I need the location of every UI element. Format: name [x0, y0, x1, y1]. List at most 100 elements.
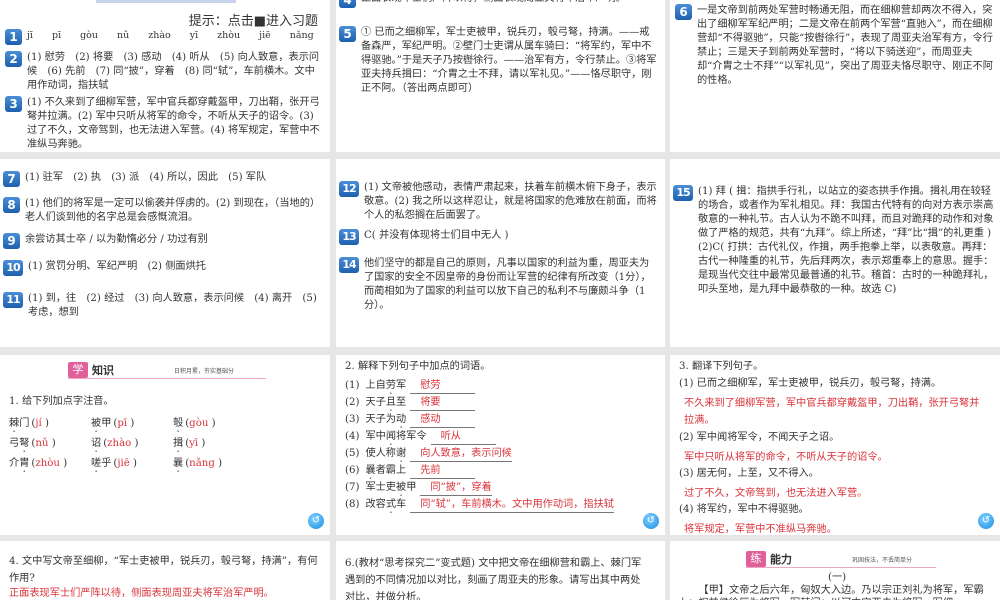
- translation-question: (2) 军中闻将军令，不闻天子之诏。: [679, 432, 840, 443]
- answer-blank[interactable]: 先前: [410, 464, 476, 479]
- pinyin-item: 揖 (yī ): [173, 437, 205, 455]
- number-badge[interactable]: 6: [675, 4, 692, 20]
- dotted-char: 式: [385, 499, 396, 510]
- pinyin-item: 曩 (nǎng ): [173, 457, 222, 475]
- dotted-char: 闻: [385, 431, 396, 442]
- explain-item: (7) 军士吏被甲 同“披”，穿着: [345, 481, 492, 499]
- slide-question-6: 6.(教材“思考探究二”变式题) 文中把文帝在细柳营和霸上、棘门军遇到的不同情况…: [336, 541, 665, 600]
- answer-bracket: (zhào ): [103, 438, 139, 449]
- translation-answer[interactable]: 不久来到了细柳军营，军中官兵都穿戴盔甲，刀出鞘，张开弓弩并拉满。: [684, 395, 984, 429]
- dotted-char: 被: [396, 482, 407, 493]
- translation-question: (3) 居无何，上至，又不得入。: [679, 468, 819, 479]
- answer-blank[interactable]: 听从: [430, 430, 496, 445]
- item-number: (4): [345, 431, 360, 442]
- dotted-char: 曩: [365, 465, 376, 476]
- translation-answer[interactable]: 将军规定，军营中不准纵马奔驰。: [684, 521, 984, 535]
- item-number: (2): [345, 397, 360, 408]
- word-prefix: 弓: [9, 438, 20, 449]
- return-icon[interactable]: ↺: [643, 513, 659, 529]
- number-badge[interactable]: 5: [339, 26, 356, 42]
- dotted-char: 动: [396, 414, 407, 425]
- return-icon[interactable]: ↺: [308, 513, 324, 529]
- slide-answers-1-3: 提示：点击■进入习题 1 jī pī gòu nǔ zhào yī zhòu ji…: [0, 0, 330, 152]
- passage-text: 【甲】文帝之后六年，匈奴大入边。乃以宗正刘礼为将军，军霸上；祝兹侯徐厉为将军，军…: [678, 585, 984, 600]
- section-header: 学 知识 日积月累，夯实基础分: [68, 362, 266, 379]
- slide-translation: 3. 翻译下列句子。 (1) 已而之细柳军，军士吏被甲，锐兵刃，彀弓弩，持满。不…: [670, 355, 1000, 535]
- dotted-char: 嗟: [91, 458, 102, 469]
- pinyin-answer: gòu: [189, 418, 209, 429]
- dotted-char: 诏: [91, 438, 102, 449]
- question-title: 3. 翻译下列句子。: [679, 361, 764, 372]
- answer-1: 1 jī pī gòu nǔ zhào yī zhòu jiē nǎng: [5, 29, 323, 45]
- answer-bracket: (nǔ ): [31, 438, 56, 449]
- answer-blank[interactable]: 将要: [410, 396, 476, 411]
- question-title: 2. 解释下列句子中加点的词语。: [345, 361, 491, 372]
- pinyin-answer: pī: [117, 418, 128, 429]
- exercise-entry-bar[interactable]: [96, 0, 236, 3]
- question-text: 4. 文中写文帝至细柳，“军士吏被甲，锐兵刃，彀弓弩，持满”，有何作用?: [9, 556, 318, 584]
- answer-bracket: (pī ): [113, 418, 135, 429]
- dotted-char: 彀: [173, 418, 184, 429]
- number-badge[interactable]: 15: [673, 185, 693, 201]
- word-suffix: 车: [396, 499, 407, 510]
- answer-blank[interactable]: 同“轼”，车前横木。文中用作动词，指扶轼: [410, 498, 614, 513]
- answer-bracket: (jí ): [31, 418, 49, 429]
- dotted-char: 被: [91, 418, 102, 429]
- answer-blank[interactable]: 慰劳: [410, 379, 476, 394]
- question-text: 6.(教材“思考探究二”变式题) 文中把文帝在细柳营和霸上、棘门军遇到的不同情况…: [345, 558, 642, 600]
- question-title: 1. 给下列加点字注音。: [9, 396, 114, 407]
- word-suffix: 乎: [101, 458, 112, 469]
- word-prefix: 天子: [365, 397, 386, 408]
- item-number: (8): [345, 499, 360, 510]
- dotted-char: 劳: [385, 380, 396, 391]
- return-icon[interactable]: ↺: [978, 513, 994, 529]
- study-icon: 学: [68, 362, 88, 378]
- pinyin-answer: zhòu: [35, 458, 60, 469]
- explain-item: (6) 曩者霸上 先前: [345, 464, 476, 482]
- translation-question: (4) 将军约，军中不得驱驰。: [679, 504, 809, 515]
- word-prefix: 改容: [365, 499, 386, 510]
- answer-2: 2 (1) 慰劳 (2) 将要 (3) 感动 (4) 听从 (5) 向人致意，表示…: [5, 51, 323, 93]
- dotted-char: 曩: [173, 458, 184, 469]
- pinyin-item: 弓弩 (nǔ ): [9, 437, 56, 455]
- number-badge[interactable]: 2: [5, 51, 22, 67]
- number-badge[interactable]: 11: [3, 292, 23, 308]
- word-prefix: 军士吏: [365, 482, 396, 493]
- translation-answer[interactable]: 军中只听从将军的命令，不听从天子的诏令。: [684, 449, 984, 466]
- explain-item: (3) 天子为动 感动: [345, 413, 476, 431]
- number-badge[interactable]: 1: [5, 29, 22, 45]
- number-badge[interactable]: 9: [3, 233, 20, 249]
- dotted-char: 揖: [173, 438, 184, 449]
- number-badge[interactable]: 7: [3, 171, 20, 187]
- number-badge[interactable]: 4: [339, 0, 356, 8]
- answer-bracket: (zhòu ): [31, 458, 68, 469]
- pinyin-item: 诏 (zhào ): [91, 437, 139, 455]
- number-badge[interactable]: 3: [5, 96, 22, 112]
- word-prefix: 使人称: [365, 448, 396, 459]
- number-badge[interactable]: 14: [339, 257, 359, 273]
- pinyin-item: 棘门 (jí ): [9, 417, 49, 435]
- dotted-char: 谢: [396, 448, 407, 459]
- answer-12: 12 (1) 文帝被他感动，表情严肃起来，扶着车前横木俯下身子，表示敬意。(2) …: [339, 181, 659, 223]
- word-prefix: 军中: [365, 431, 386, 442]
- number-badge[interactable]: 12: [339, 181, 359, 197]
- answer-blank[interactable]: 感动: [410, 413, 476, 428]
- answer-bracket: (gòu ): [185, 418, 216, 429]
- slide-answers-7-11: 7 (1) 驻军 (2) 执 (3) 派 (4) 所以，因此 (5) 军队 8 (1…: [0, 159, 330, 347]
- word-suffix: 军: [396, 380, 407, 391]
- answer-bracket: (nǎng ): [185, 458, 223, 469]
- answer-5: 5① 已而之细柳军，军士吏被甲，锐兵刃，彀弓弩，持满。——戒备森严，军纪严明。②…: [339, 26, 659, 96]
- translation-answer[interactable]: 过了不久，文帝驾到，也无法进入军营。: [684, 485, 984, 502]
- answer-bracket: (jiē ): [113, 458, 138, 469]
- answer-blank[interactable]: 向人致意，表示问候: [410, 447, 512, 462]
- answer-6: 6 一是文帝到前两处军营时畅通无阻，而在细柳营却两次不得入，突出了细柳军军纪严明；…: [675, 4, 997, 88]
- answer-blank[interactable]: 同“披”，穿着: [420, 481, 492, 496]
- slide-question-4: 4. 文中写文帝至细柳，“军士吏被甲，锐兵刃，彀弓弩，持满”，有何作用? 正面表…: [0, 541, 330, 600]
- word-suffix: 将军令: [396, 431, 427, 442]
- number-badge[interactable]: 10: [3, 260, 23, 276]
- number-badge[interactable]: 13: [339, 229, 359, 245]
- number-badge[interactable]: 8: [3, 197, 20, 213]
- pinyin-answer: nǔ: [35, 438, 49, 449]
- hint-text: 提示：点击■进入习题: [188, 14, 318, 29]
- item-number: (6): [345, 465, 360, 476]
